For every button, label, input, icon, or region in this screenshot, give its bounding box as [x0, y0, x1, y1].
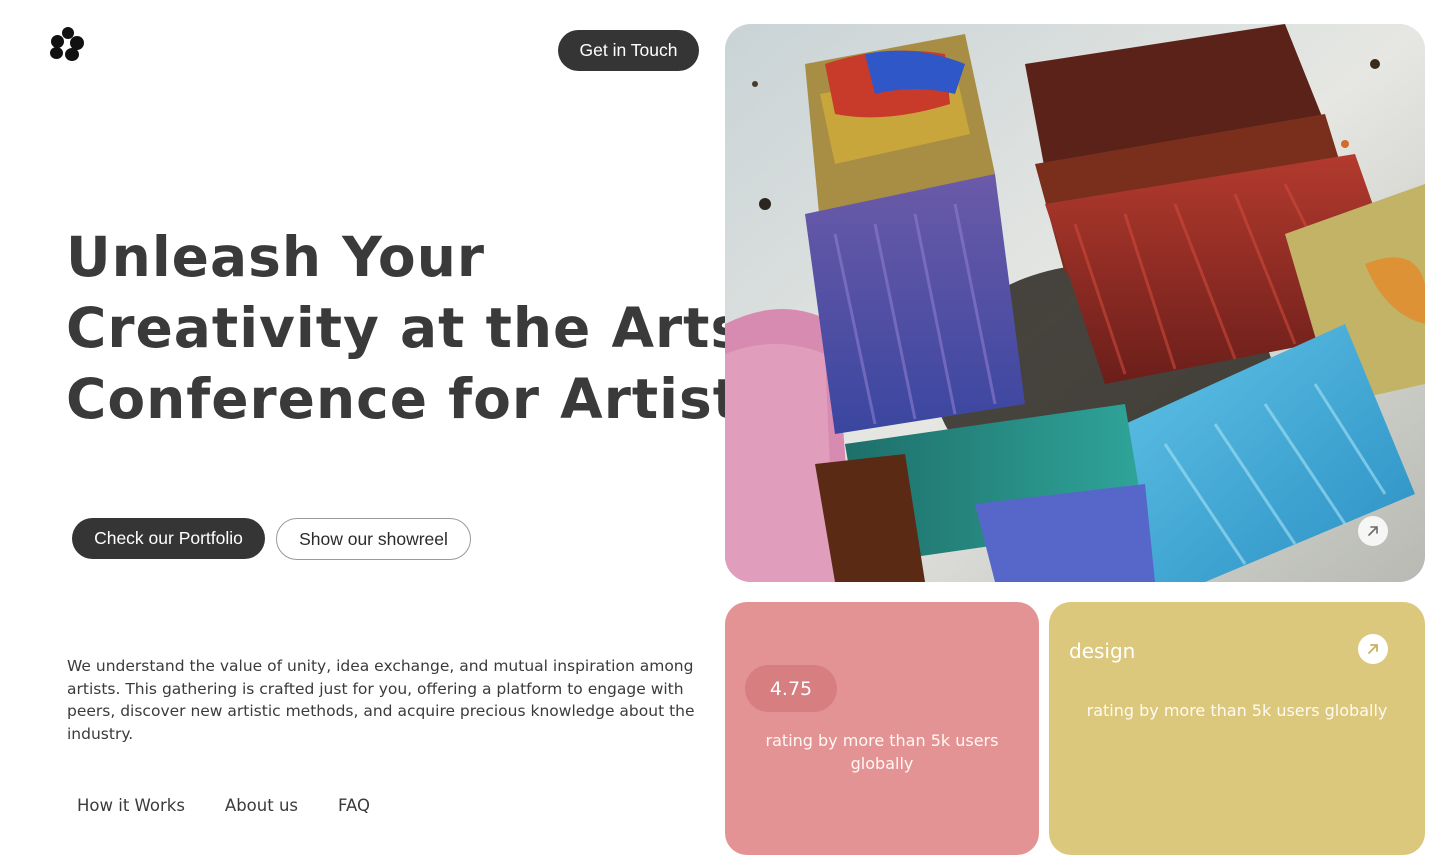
nav-link-how-it-works[interactable]: How it Works — [77, 796, 185, 815]
design-card: design rating by more than 5k users glob… — [1049, 602, 1425, 855]
design-link-button[interactable] — [1358, 634, 1388, 664]
rating-value: 4.75 — [745, 665, 837, 712]
page-title: Unleash Your Creativity at the Arts Conf… — [66, 222, 774, 435]
design-card-title: design — [1069, 639, 1136, 663]
rating-card: 4.75 rating by more than 5k users global… — [725, 602, 1039, 855]
paint-brushes-illustration — [725, 24, 1425, 582]
headline-line-3: Conference for Artists — [66, 367, 774, 431]
arrow-up-right-icon — [1368, 526, 1378, 536]
headline-line-2: Creativity at the Arts — [66, 296, 745, 360]
headline-line-1: Unleash Your — [66, 225, 485, 289]
rating-caption: rating by more than 5k users globally — [765, 731, 999, 773]
arrow-up-right-icon — [1368, 644, 1378, 654]
paint-brushes-photo — [725, 24, 1425, 582]
design-caption: rating by more than 5k users globally — [1086, 701, 1388, 720]
hero-link-button[interactable] — [1358, 516, 1388, 546]
get-in-touch-button[interactable]: Get in Touch — [558, 30, 699, 71]
show-showreel-button[interactable]: Show our showreel — [276, 518, 471, 560]
check-portfolio-button[interactable]: Check our Portfolio — [72, 518, 265, 559]
nav-link-faq[interactable]: FAQ — [338, 796, 370, 815]
flower-logo-icon[interactable] — [48, 27, 86, 63]
nav-link-about-us[interactable]: About us — [225, 796, 298, 815]
intro-paragraph: We understand the value of unity, idea e… — [67, 657, 695, 743]
footer-nav: How it Works About us FAQ — [77, 796, 370, 815]
